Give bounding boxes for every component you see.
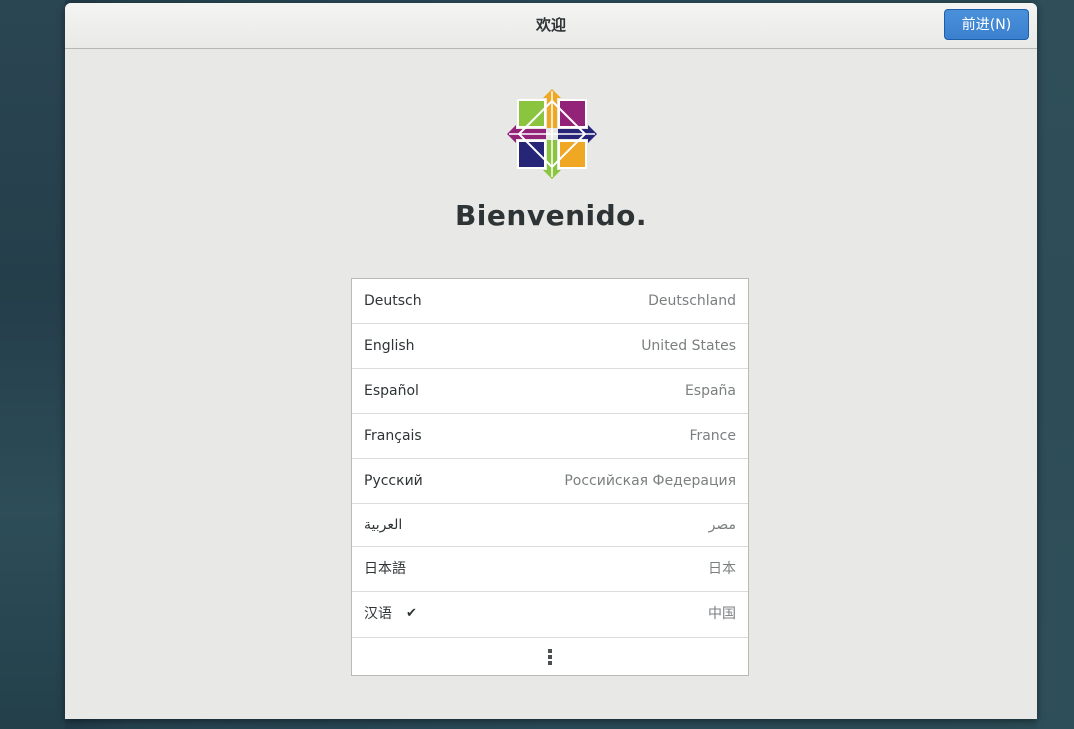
language-name: 汉语 — [364, 606, 392, 622]
welcome-heading: Bienvenido. — [454, 199, 648, 232]
window-title: 欢迎 — [535, 16, 566, 34]
language-name: 日本語 — [364, 561, 406, 577]
language-region: España — [684, 383, 736, 399]
language-region: Deutschland — [648, 293, 736, 309]
language-row-chinese[interactable]: 汉语 ✔ 中国 — [352, 592, 748, 638]
desktop-background-left — [0, 0, 65, 729]
checkmark-icon: ✔ — [406, 606, 417, 621]
centos-logo-icon — [507, 89, 597, 179]
language-region: 中国 — [708, 606, 736, 622]
language-row-deutsch[interactable]: Deutsch Deutschland — [352, 279, 748, 324]
language-region: France — [689, 428, 736, 444]
language-name: Deutsch — [364, 293, 422, 309]
next-button[interactable]: 前进(N) — [944, 9, 1029, 40]
desktop-background-right — [1037, 0, 1074, 729]
language-region: Российская Федерация — [564, 473, 736, 489]
language-region: مصر — [708, 517, 736, 533]
language-name: Español — [364, 383, 419, 399]
language-row-arabic[interactable]: العربية مصر — [352, 504, 748, 547]
language-row-japanese[interactable]: 日本語 日本 — [352, 547, 748, 592]
language-name: Français — [364, 428, 422, 444]
language-row-russkiy[interactable]: Русский Российская Федерация — [352, 459, 748, 504]
language-region: 日本 — [708, 561, 736, 577]
language-row-english[interactable]: English United States — [352, 324, 748, 369]
title-bar: 欢迎 前进(N) — [65, 3, 1037, 49]
language-row-espanol[interactable]: Español España — [352, 369, 748, 414]
more-languages-button[interactable] — [352, 638, 748, 675]
language-row-francais[interactable]: Français France — [352, 414, 748, 459]
more-vertical-icon — [548, 649, 552, 665]
language-list: Deutsch Deutschland English United State… — [351, 278, 749, 676]
language-region: United States — [641, 338, 736, 354]
language-name: Русский — [364, 473, 423, 489]
language-name: English — [364, 338, 415, 354]
language-name: العربية — [364, 517, 403, 533]
welcome-window: 欢迎 前进(N) Bienvenido. Deutsch Deutschland… — [65, 3, 1037, 719]
